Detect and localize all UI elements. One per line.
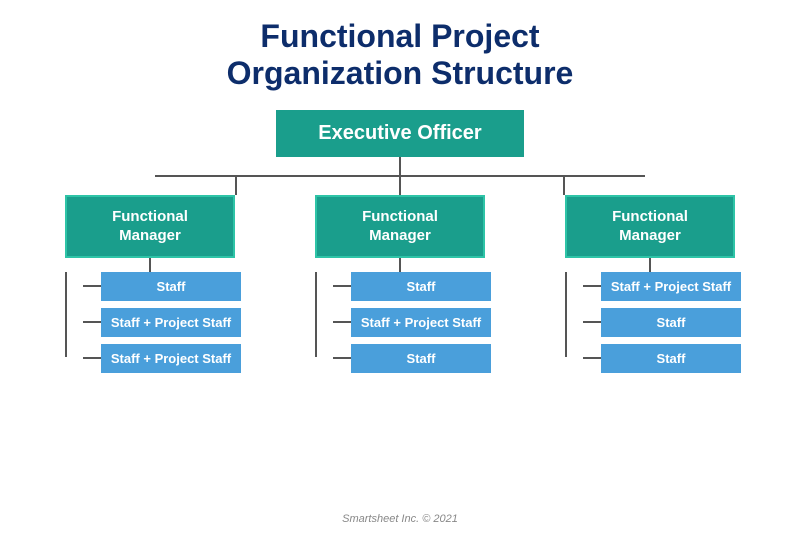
stub-center — [399, 177, 401, 195]
staff-item-3-2: Staff — [583, 308, 735, 337]
manager-col-3: FunctionalManager Staff + Project Staff … — [550, 195, 750, 373]
staff-item-3-1: Staff + Project Staff — [583, 272, 735, 301]
exec-label: Executive Officer — [318, 122, 481, 144]
staff-v-line-3 — [565, 272, 567, 357]
staff-box-2-2: Staff + Project Staff — [351, 308, 491, 337]
h-line-2-3 — [333, 357, 351, 359]
staff-item-1-3: Staff + Project Staff — [83, 344, 235, 373]
page-wrapper: Functional Project Organization Structur… — [0, 0, 800, 541]
top-connectors — [20, 157, 780, 195]
staff-v-line-2 — [315, 272, 317, 357]
staff-box-2-1: Staff — [351, 272, 491, 301]
footer-label: Smartsheet Inc. © 2021 — [342, 513, 458, 525]
manager-col-1: FunctionalManager Staff Staff + Project … — [50, 195, 250, 373]
exec-down-line — [399, 157, 401, 175]
staff-item-2-2: Staff + Project Staff — [333, 308, 485, 337]
staff-box-1-3: Staff + Project Staff — [101, 344, 241, 373]
staff-items-1: Staff Staff + Project Staff Staff + Proj… — [65, 272, 235, 373]
mgr2-down — [399, 258, 401, 272]
stub-right — [563, 177, 565, 195]
staff-box-3-2: Staff — [601, 308, 741, 337]
manager-box-2: FunctionalManager — [315, 195, 485, 258]
staff-item-2-3: Staff — [333, 344, 485, 373]
mgr3-down — [649, 258, 651, 272]
org-chart: Executive Officer FunctionalManager — [20, 110, 780, 373]
manager-box-3: FunctionalManager — [565, 195, 735, 258]
page-title: Functional Project Organization Structur… — [227, 18, 574, 92]
staff-items-2: Staff Staff + Project Staff Staff — [315, 272, 485, 373]
h-line-3-2 — [583, 321, 601, 323]
h-line-1-1 — [83, 285, 101, 287]
h-line-1-2 — [83, 321, 101, 323]
mgr1-down — [149, 258, 151, 272]
h-line-3-1 — [583, 285, 601, 287]
h-line-2-1 — [333, 285, 351, 287]
staff-box-3-1: Staff + Project Staff — [601, 272, 741, 301]
staff-items-3: Staff + Project Staff Staff Staff — [565, 272, 735, 373]
three-stubs — [155, 177, 645, 195]
staff-item-1-2: Staff + Project Staff — [83, 308, 235, 337]
staff-box-1-2: Staff + Project Staff — [101, 308, 241, 337]
footer-text: Smartsheet Inc. © 2021 — [342, 513, 458, 531]
staff-item-1-1: Staff — [83, 272, 235, 301]
manager-col-2: FunctionalManager Staff Staff + Project … — [300, 195, 500, 373]
h-line-1-3 — [83, 357, 101, 359]
exec-box: Executive Officer — [276, 110, 523, 157]
staff-box-1-1: Staff — [101, 272, 241, 301]
staff-v-line-1 — [65, 272, 67, 357]
h-line-2-2 — [333, 321, 351, 323]
staff-item-3-3: Staff — [583, 344, 735, 373]
manager-box-1: FunctionalManager — [65, 195, 235, 258]
staff-item-2-1: Staff — [333, 272, 485, 301]
h-line-3-3 — [583, 357, 601, 359]
staff-box-3-3: Staff — [601, 344, 741, 373]
h-bar — [155, 175, 645, 177]
stub-left — [235, 177, 237, 195]
managers-row: FunctionalManager Staff Staff + Project … — [50, 195, 750, 373]
staff-box-2-3: Staff — [351, 344, 491, 373]
